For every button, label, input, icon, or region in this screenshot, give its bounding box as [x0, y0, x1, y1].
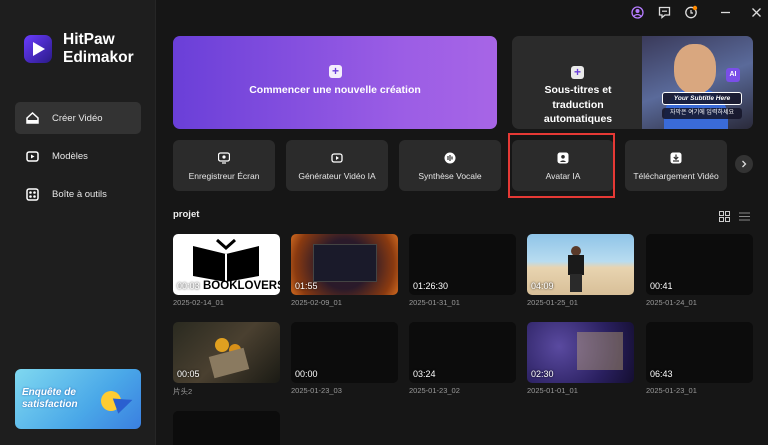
app-name-line1: HitPaw	[63, 31, 115, 48]
templates-icon	[25, 149, 39, 163]
notification-icon[interactable]	[683, 4, 699, 20]
project-thumbnail[interactable]: BOOKLOVERS 00:03	[173, 234, 280, 295]
close-icon[interactable]	[748, 4, 764, 20]
project-duration: 00:05	[177, 369, 200, 379]
project-thumbnail[interactable]: 01:55	[291, 234, 398, 295]
list-view-icon[interactable]	[739, 209, 751, 221]
sidebar-item-label: Boîte à outils	[52, 188, 107, 200]
screen-record-icon	[218, 152, 230, 164]
project-thumbnail[interactable]: 06:43	[646, 322, 753, 383]
tool-label: Enregistreur Écran	[188, 171, 260, 181]
project-duration: 04:09	[531, 281, 554, 291]
survey-banner[interactable]: Enquête de satisfaction	[15, 369, 141, 429]
project-name: 2025-01-01_01	[527, 386, 578, 395]
sidebar-item-create-video[interactable]: Créer Vidéo	[15, 102, 141, 134]
project-duration: 01:55	[295, 281, 318, 291]
auto-subtitles-card[interactable]: + Sous-titres et traduction automatiques…	[512, 36, 753, 129]
sidebar-item-label: Modèles	[52, 150, 88, 162]
ai-video-icon	[331, 153, 343, 163]
thumbnail-text: BOOKLOVERS	[203, 280, 280, 292]
survey-line2: satisfaction	[22, 399, 78, 410]
project-duration: 00:03	[177, 281, 200, 291]
new-creation-card[interactable]: + Commencer une nouvelle création	[173, 36, 497, 129]
grid-view-icon[interactable]	[719, 209, 731, 222]
tool-screen-recorder[interactable]: Enregistreur Écran	[173, 140, 275, 191]
new-creation-title: Commencer une nouvelle création	[249, 84, 421, 96]
project-name: 2025-02-14_01	[173, 298, 224, 307]
preview-caption: Your Subtitle Here	[662, 92, 742, 105]
sidebar-item-toolbox[interactable]: Boîte à outils	[15, 178, 141, 210]
highlight-box	[508, 133, 615, 198]
tool-ai-video-generator[interactable]: Générateur Vidéo IA	[286, 140, 388, 191]
projects-title: projet	[173, 209, 200, 220]
project-thumbnail[interactable]: 04:09	[527, 234, 634, 295]
project-thumbnail[interactable]: 00:00	[291, 322, 398, 383]
app-logo: HitPaw Edimakor	[24, 31, 134, 67]
sidebar-item-label: Créer Vidéo	[52, 112, 103, 124]
project-name: 2025-01-23_03	[291, 386, 342, 395]
tool-label: Générateur Vidéo IA	[298, 171, 376, 181]
sidebar: HitPaw Edimakor Créer Vidéo Modèles Boît…	[0, 0, 156, 445]
subtitles-title-line1: Sous-titres et	[544, 84, 612, 96]
project-name: 2025-01-25_01	[527, 298, 578, 307]
preview-caption-korean: 자막은 여기에 입력하세요	[662, 108, 742, 119]
project-thumbnail[interactable]	[173, 411, 280, 445]
project-thumbnail[interactable]: 00:05	[173, 322, 280, 383]
plus-icon: +	[329, 65, 342, 78]
project-thumbnail[interactable]: 00:41	[646, 234, 753, 295]
app-name-line2: Edimakor	[63, 49, 134, 66]
survey-line1: Enquête de	[22, 387, 76, 398]
download-icon	[670, 152, 682, 164]
tool-label: Téléchargement Vidéo	[633, 171, 719, 181]
next-tools-button[interactable]	[735, 155, 753, 173]
project-duration: 01:26:30	[413, 281, 449, 291]
project-duration: 06:43	[650, 369, 673, 379]
project-name: 片头2	[173, 387, 193, 396]
minimize-icon[interactable]	[717, 4, 733, 20]
project-thumbnail[interactable]: 03:24	[409, 322, 516, 383]
home-icon	[25, 111, 39, 125]
chevron-right-icon	[742, 160, 747, 168]
subtitles-title-line2: traduction	[552, 98, 604, 111]
plus-icon: +	[571, 66, 584, 79]
tool-video-download[interactable]: Téléchargement Vidéo	[625, 140, 727, 191]
feedback-icon[interactable]	[656, 4, 672, 20]
sidebar-item-templates[interactable]: Modèles	[15, 140, 141, 172]
project-thumbnail[interactable]: 02:30	[527, 322, 634, 383]
tool-voice-synthesis[interactable]: Synthèse Vocale	[399, 140, 501, 191]
subtitles-title-line3: automatiques	[543, 113, 613, 125]
project-duration: 00:41	[650, 281, 673, 291]
tool-label: Synthèse Vocale	[418, 171, 482, 181]
project-name: 2025-01-31_01	[409, 298, 460, 307]
ai-badge: AI	[726, 68, 740, 82]
toolbox-icon	[25, 187, 39, 201]
edimakor-logo-icon	[24, 35, 52, 63]
project-duration: 02:30	[531, 369, 554, 379]
voice-icon	[444, 152, 456, 164]
project-name: 2025-01-23_01	[646, 386, 697, 395]
subtitle-preview-image: AI Your Subtitle Here 자막은 여기에 입력하세요	[642, 36, 753, 129]
project-name: 2025-01-24_01	[646, 298, 697, 307]
sidebar-nav: Créer Vidéo Modèles Boîte à outils	[15, 102, 141, 216]
project-duration: 03:24	[413, 369, 436, 379]
project-name: 2025-01-23_02	[409, 386, 460, 395]
project-thumbnail[interactable]: 01:26:30	[409, 234, 516, 295]
project-name: 2025-02-09_01	[291, 298, 342, 307]
account-icon[interactable]	[629, 4, 645, 20]
project-duration: 00:00	[295, 369, 318, 379]
